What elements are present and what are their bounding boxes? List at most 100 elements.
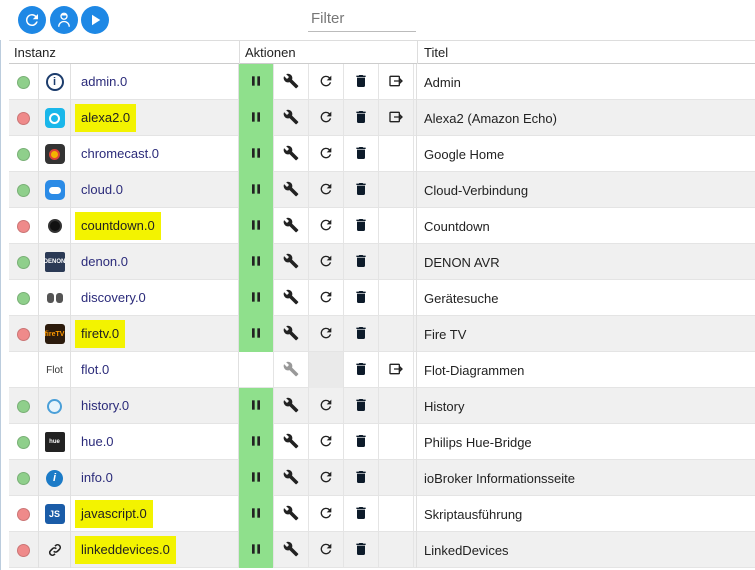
toolbar	[0, 0, 755, 40]
settings-button[interactable]	[274, 316, 309, 352]
status-indicator	[17, 291, 30, 305]
delete-button[interactable]	[344, 64, 379, 100]
instance-name-cell: javascript.0	[71, 496, 239, 532]
pause-button[interactable]	[239, 496, 274, 532]
instance-name[interactable]: firetv.0	[75, 320, 126, 348]
instance-name[interactable]: flot.0	[75, 356, 115, 384]
status-indicator	[17, 507, 30, 521]
instance-name[interactable]: denon.0	[75, 248, 134, 276]
instance-name[interactable]: discovery.0	[75, 284, 152, 312]
restart-button[interactable]	[309, 136, 344, 172]
instance-name[interactable]: alexa2.0	[75, 104, 137, 132]
delete-button[interactable]	[344, 136, 379, 172]
pause-button[interactable]	[239, 316, 274, 352]
restart-button[interactable]	[309, 208, 344, 244]
delete-button[interactable]	[344, 496, 379, 532]
restart-button[interactable]	[309, 64, 344, 100]
status-cell	[9, 100, 39, 136]
start-button[interactable]	[239, 352, 274, 388]
settings-button[interactable]	[274, 208, 309, 244]
table-row: discovery.0 Gerätesuche	[9, 280, 755, 316]
instance-title: Alexa2 (Amazon Echo)	[424, 110, 557, 126]
restart-button[interactable]	[309, 280, 344, 316]
delete-button[interactable]	[344, 100, 379, 136]
pause-button[interactable]	[239, 172, 274, 208]
admin-icon: i	[39, 64, 71, 100]
refresh-button[interactable]	[18, 6, 46, 34]
pause-button[interactable]	[239, 460, 274, 496]
wrench-icon	[283, 541, 299, 560]
instance-name[interactable]: info.0	[75, 464, 119, 492]
open-link-button[interactable]	[379, 100, 414, 136]
delete-button[interactable]	[344, 388, 379, 424]
delete-button[interactable]	[344, 316, 379, 352]
delete-button[interactable]	[344, 532, 379, 568]
instance-name[interactable]: hue.0	[75, 428, 120, 456]
delete-button[interactable]	[344, 280, 379, 316]
binoculars-icon	[39, 280, 71, 316]
title-cell: LinkedDevices	[417, 532, 755, 568]
title-cell: DENON AVR	[417, 244, 755, 280]
settings-button[interactable]	[274, 460, 309, 496]
settings-button[interactable]	[274, 352, 309, 388]
settings-button[interactable]	[274, 388, 309, 424]
pause-button[interactable]	[239, 424, 274, 460]
instance-name[interactable]: cloud.0	[75, 176, 129, 204]
play-icon	[92, 14, 101, 26]
settings-button[interactable]	[274, 532, 309, 568]
table-row: history.0 History	[9, 388, 755, 424]
restart-button[interactable]	[309, 424, 344, 460]
restart-button[interactable]	[309, 388, 344, 424]
pause-button[interactable]	[239, 532, 274, 568]
delete-button[interactable]	[344, 208, 379, 244]
alarm-clock-icon	[39, 208, 71, 244]
instance-name[interactable]: chromecast.0	[75, 140, 165, 168]
instance-name[interactable]: javascript.0	[75, 500, 153, 528]
pause-button[interactable]	[239, 100, 274, 136]
pause-button[interactable]	[239, 280, 274, 316]
actions-cell	[239, 136, 417, 172]
restart-button[interactable]	[309, 316, 344, 352]
delete-button[interactable]	[344, 352, 379, 388]
delete-button[interactable]	[344, 172, 379, 208]
pause-button[interactable]	[239, 64, 274, 100]
restart-button[interactable]	[309, 460, 344, 496]
header-title: Titel	[417, 41, 448, 64]
restart-button[interactable]	[309, 244, 344, 280]
instance-name[interactable]: admin.0	[75, 68, 133, 96]
instance-title: History	[424, 398, 465, 414]
pause-button[interactable]	[239, 388, 274, 424]
restart-button[interactable]	[309, 172, 344, 208]
delete-button[interactable]	[344, 244, 379, 280]
wrench-icon	[283, 217, 299, 236]
pause-button[interactable]	[239, 244, 274, 280]
actions-cell	[239, 208, 417, 244]
delete-button[interactable]	[344, 460, 379, 496]
filter-input[interactable]	[308, 6, 416, 32]
settings-button[interactable]	[274, 280, 309, 316]
settings-button[interactable]	[274, 100, 309, 136]
expert-mode-icon	[58, 12, 70, 27]
settings-button[interactable]	[274, 496, 309, 532]
instance-name[interactable]: linkeddevices.0	[75, 536, 176, 564]
open-link-button[interactable]	[379, 64, 414, 100]
pause-button[interactable]	[239, 136, 274, 172]
expert-mode-button[interactable]	[50, 6, 78, 34]
settings-button[interactable]	[274, 424, 309, 460]
open-link-placeholder	[379, 460, 414, 496]
pause-button[interactable]	[239, 208, 274, 244]
settings-button[interactable]	[274, 244, 309, 280]
settings-button[interactable]	[274, 64, 309, 100]
hue-icon: hue	[39, 424, 71, 460]
restart-button[interactable]	[309, 532, 344, 568]
settings-button[interactable]	[274, 172, 309, 208]
delete-button[interactable]	[344, 424, 379, 460]
instance-name[interactable]: history.0	[75, 392, 135, 420]
open-link-icon	[388, 361, 404, 380]
restart-button[interactable]	[309, 100, 344, 136]
start-all-button[interactable]	[81, 6, 109, 34]
open-link-button[interactable]	[379, 352, 414, 388]
instance-name[interactable]: countdown.0	[75, 212, 161, 240]
settings-button[interactable]	[274, 136, 309, 172]
restart-button[interactable]	[309, 496, 344, 532]
